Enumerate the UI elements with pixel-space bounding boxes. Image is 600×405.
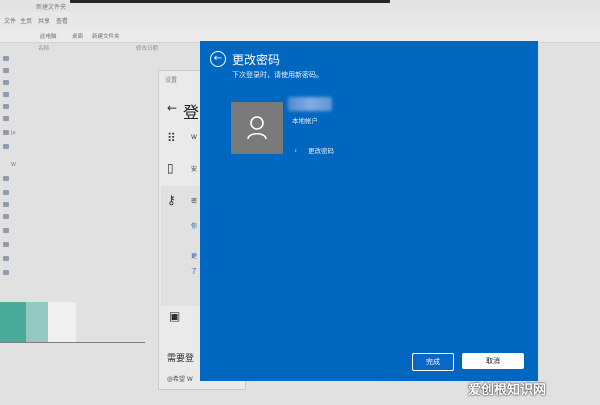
watermark: 爱创根知识网 [468, 383, 547, 398]
back-arrow-icon[interactable]: ← [210, 51, 226, 67]
dialog-title: 更改密码 [232, 53, 281, 67]
change-password-dialog: ← 更改密码 下次登录时，请使用新密码。 本地帐户 ， 更改密码 完成 取消 [200, 41, 538, 381]
blurred-username [288, 97, 332, 111]
changed-password-label: 更改密码 [308, 147, 334, 155]
avatar [231, 102, 283, 154]
dialog-subtitle: 下次登录时，请使用新密码。 [232, 71, 323, 79]
bullet-mark: ， [294, 145, 301, 153]
cancel-button[interactable]: 取消 [462, 353, 524, 369]
user-icon [247, 116, 267, 140]
done-button[interactable]: 完成 [412, 353, 454, 371]
account-type: 本地帐户 [292, 117, 318, 125]
